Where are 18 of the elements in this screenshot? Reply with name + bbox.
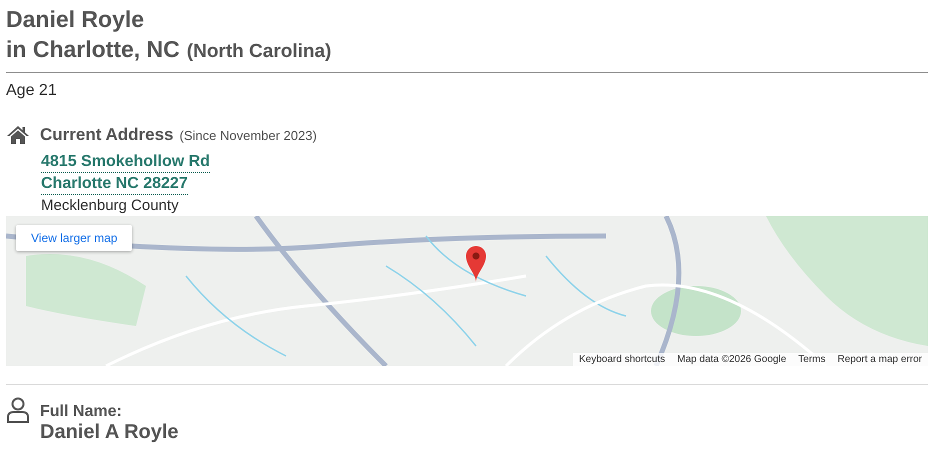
field-label: Full Name:: [40, 403, 123, 421]
age-text: Age 21: [6, 81, 58, 101]
map-footer-link[interactable]: Keyboard shortcuts: [578, 354, 666, 365]
state-name: (North Carolina): [186, 41, 332, 63]
address-link[interactable]: 4815 Smokehollow Rd: [41, 152, 210, 173]
map-footer-link[interactable]: Map data ©2026 Google: [677, 354, 786, 365]
person-icon: [6, 397, 30, 423]
home-icon: [6, 125, 30, 145]
person-name: Daniel Royle: [6, 5, 146, 34]
view-larger-map-link[interactable]: View larger map: [16, 225, 132, 251]
map-footer-link[interactable]: Report a map error: [838, 354, 922, 365]
location-title: in Charlotte, NC: [6, 35, 180, 64]
since-text: (Since November 2023): [180, 128, 317, 142]
address-link[interactable]: Charlotte NC 28227: [41, 174, 188, 195]
county-text: Mecklenburg County: [41, 196, 179, 216]
section-label: Current Address: [40, 125, 174, 145]
full-name-value: Daniel A Royle: [40, 421, 179, 444]
map-footer-link[interactable]: Terms: [798, 354, 826, 365]
